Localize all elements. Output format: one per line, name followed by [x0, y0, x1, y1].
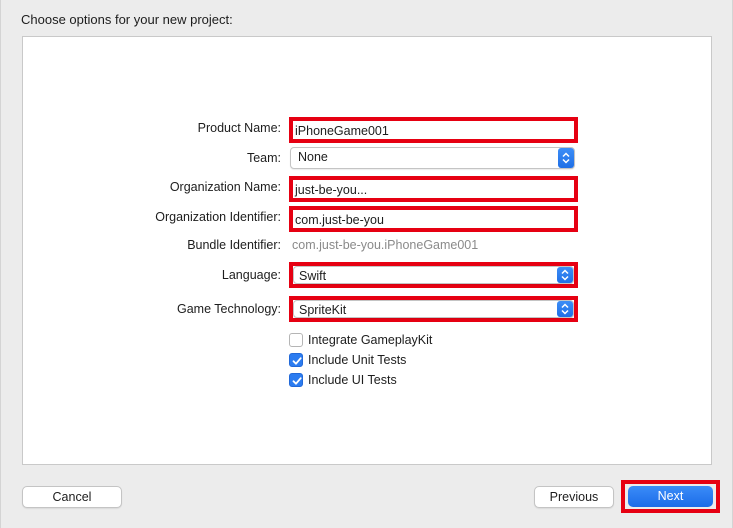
bundle-identifier-row: Bundle Identifier: com.just-be-you.iPhon… [1, 234, 733, 258]
integrate-gameplaykit-label: Integrate GameplayKit [308, 333, 433, 347]
language-stepper-icon [557, 267, 573, 283]
organization-identifier-field[interactable]: com.just-be-you [289, 206, 578, 232]
organization-identifier-row: Organization Identifier: com.just-be-you [1, 206, 733, 232]
product-name-field[interactable]: iPhoneGame001 [289, 117, 578, 143]
product-name-label: Product Name: [197, 121, 281, 135]
bundle-identifier-value: com.just-be-you.iPhoneGame001 [292, 238, 479, 252]
organization-identifier-label: Organization Identifier: [155, 210, 281, 224]
include-ui-tests-label: Include UI Tests [308, 373, 397, 387]
next-button[interactable]: Next [628, 486, 713, 507]
team-row: Team: None [1, 145, 733, 169]
include-ui-tests-option[interactable]: Include UI Tests [289, 371, 509, 389]
include-unit-tests-label: Include Unit Tests [308, 353, 407, 367]
game-technology-label: Game Technology: [177, 302, 281, 316]
include-unit-tests-option[interactable]: Include Unit Tests [289, 351, 509, 369]
checkmark-icon [292, 377, 302, 385]
organization-name-field[interactable]: just-be-you... [289, 176, 578, 202]
include-unit-tests-checkbox[interactable] [289, 353, 303, 367]
language-label: Language: [221, 268, 281, 282]
dialog-title: Choose options for your new project: [21, 12, 233, 27]
previous-button[interactable]: Previous [534, 486, 614, 508]
game-technology-row: Game Technology: SpriteKit [1, 296, 733, 322]
cancel-button[interactable]: Cancel [22, 486, 122, 508]
team-popup[interactable]: None [290, 147, 575, 169]
integrate-gameplaykit-checkbox[interactable] [289, 333, 303, 347]
game-technology-popup-value: SpriteKit [299, 303, 347, 317]
bundle-identifier-label: Bundle Identifier: [187, 238, 281, 252]
game-technology-stepper-icon [557, 301, 573, 317]
game-technology-popup[interactable]: SpriteKit [289, 296, 578, 322]
team-popup-value: None [298, 150, 328, 164]
include-ui-tests-checkbox[interactable] [289, 373, 303, 387]
next-button-highlight: Next [621, 480, 720, 513]
team-label: Team: [246, 151, 281, 165]
product-name-row: Product Name: iPhoneGame001 [1, 117, 733, 143]
integrate-gameplaykit-option[interactable]: Integrate GameplayKit [289, 331, 509, 349]
organization-name-label: Organization Name: [169, 180, 281, 194]
new-project-dialog: Choose options for your new project: Pro… [0, 0, 733, 528]
organization-name-row: Organization Name: just-be-you... [1, 176, 733, 202]
checkmark-icon [292, 357, 302, 365]
team-stepper-icon [558, 148, 574, 168]
language-popup-value: Swift [299, 269, 327, 283]
language-popup[interactable]: Swift [289, 262, 578, 288]
language-row: Language: Swift [1, 262, 733, 288]
